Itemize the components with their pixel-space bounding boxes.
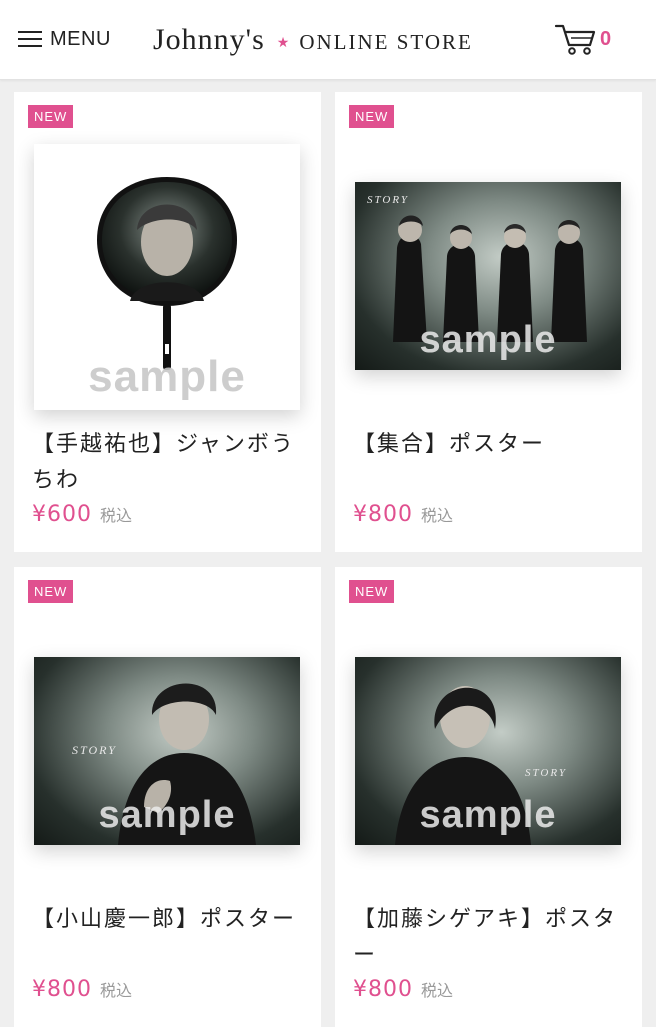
product-title[interactable]: 【集合】ポスター xyxy=(353,427,633,463)
poster-text: STORY xyxy=(525,767,568,779)
logo-sub-text: ONLINE STORE xyxy=(299,29,473,54)
new-badge: NEW xyxy=(28,580,74,603)
product-image[interactable]: STORY sample xyxy=(355,182,621,370)
menu-button[interactable]: MENU xyxy=(18,24,111,54)
tax-label: 税込 xyxy=(100,981,133,1000)
poster-text: STORY xyxy=(367,194,410,206)
new-badge: NEW xyxy=(349,105,395,128)
store-logo[interactable]: Johnny's ★ ONLINE STORE xyxy=(153,20,473,60)
price-row: ¥800 税込 xyxy=(353,977,453,1002)
tax-label: 税込 xyxy=(421,981,454,1000)
product-card-tegoshi-uchiwa[interactable]: NEW sample 【手越祐也】ジャンボうちわ ¥600 税込 xyxy=(14,92,321,552)
product-title[interactable]: 【加藤シゲアキ】ポスター xyxy=(353,902,633,974)
sample-watermark: sample xyxy=(88,352,246,401)
menu-label: MENU xyxy=(50,27,111,50)
product-card-group-poster[interactable]: NEW STORY sample 【集合】ポスター ¥800 税込 xyxy=(335,92,642,552)
product-price: ¥800 xyxy=(353,977,413,1002)
price-row: ¥800 税込 xyxy=(32,977,132,1002)
site-header: MENU Johnny's ★ ONLINE STORE 0 xyxy=(0,0,656,80)
tax-label: 税込 xyxy=(100,506,133,525)
tax-label: 税込 xyxy=(421,506,454,525)
sample-watermark: sample xyxy=(419,319,557,361)
price-row: ¥800 税込 xyxy=(353,502,453,527)
new-badge: NEW xyxy=(28,105,74,128)
product-price: ¥800 xyxy=(353,502,413,527)
sample-watermark: sample xyxy=(98,794,236,836)
cart-count: 0 xyxy=(600,27,612,50)
new-badge: NEW xyxy=(349,580,395,603)
poster-text: STORY xyxy=(72,743,117,757)
star-icon: ★ xyxy=(276,35,290,51)
product-image[interactable]: sample xyxy=(34,144,300,410)
cart-icon xyxy=(554,24,596,55)
price-row: ¥600 税込 xyxy=(32,502,132,527)
product-card-kato-poster[interactable]: NEW STORY sample 【加藤シゲアキ】ポスター ¥800 税込 xyxy=(335,567,642,1027)
product-title[interactable]: 【小山慶一郎】ポスター xyxy=(32,902,312,938)
product-price: ¥800 xyxy=(32,977,92,1002)
product-image[interactable]: STORY sample xyxy=(34,657,300,845)
sample-watermark: sample xyxy=(419,794,557,836)
product-title[interactable]: 【手越祐也】ジャンボうちわ xyxy=(32,427,312,499)
product-image[interactable]: STORY sample xyxy=(355,657,621,845)
cart-button[interactable]: 0 xyxy=(554,20,611,58)
logo-main-text: Johnny's xyxy=(153,23,265,56)
hamburger-icon xyxy=(18,31,42,47)
product-card-koyama-poster[interactable]: NEW STORY sample 【小山慶一郎】ポスター ¥800 税込 xyxy=(14,567,321,1027)
product-price: ¥600 xyxy=(32,502,92,527)
